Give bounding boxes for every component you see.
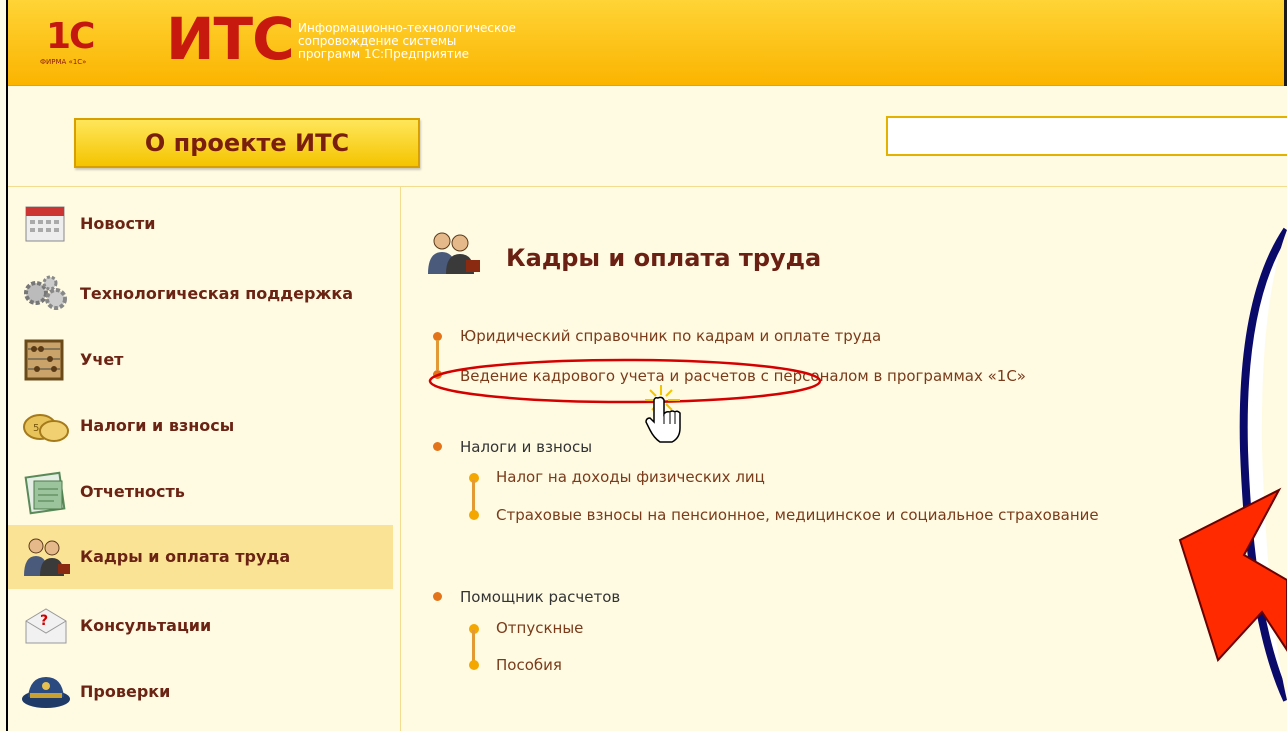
bullet-dot [433,370,442,379]
bullet-dot [433,592,442,601]
link-personnel-accounting[interactable]: Ведение кадрового учета и расчетов с пер… [460,367,1026,385]
people-icon [428,232,480,274]
page-title: Кадры и оплата труда [506,244,822,272]
sidebar-item-personnel[interactable]: Кадры и оплата труда [8,525,393,589]
svg-text:5: 5 [33,423,39,434]
link-legal-handbook[interactable]: Юридический справочник по кадрам и оплат… [460,327,881,345]
logo-1c-text: 1С [46,16,95,57]
gears-icon [24,275,67,310]
divider [400,186,401,731]
abacus-icon [24,339,64,381]
section-heading-calc-helper: Помощник расчетов [460,588,621,606]
link-benefits[interactable]: Пособия [496,656,562,674]
consult-envelope-icon: ? [25,608,67,644]
svg-text:?: ? [40,613,48,629]
sidebar-item-label: Отчетность [80,482,185,501]
sidebar-item-label: Кадры и оплата труда [80,547,291,566]
page-frame: 1С ФИРМА «1С» ИТС Информационно-технолог… [6,0,1287,731]
sidebar-item-label: Учет [80,350,124,369]
search-input[interactable] [886,116,1287,156]
section-heading-taxes: Налоги и взносы [460,438,593,456]
sidebar-item-tech-support[interactable]: Технологическая поддержка [8,262,393,326]
sidebar-item-label: Технологическая поддержка [80,284,354,303]
site-header: 1С ФИРМА «1С» ИТС Информационно-технолог… [8,0,1287,86]
bullet-dot [469,510,479,520]
sidebar-item-label: Проверки [80,682,171,701]
bullet-dot [433,442,442,451]
sidebar-item-taxes[interactable]: 5 Налоги и взносы [8,394,393,458]
link-income-tax[interactable]: Налог на доходы физических лиц [496,468,765,486]
sidebar-item-label: Новости [80,214,156,233]
connector-line [472,630,475,662]
sidebar-item-inspections[interactable]: Проверки [8,660,393,724]
logo-1c[interactable]: 1С ФИРМА «1С» [40,16,128,70]
logo-its[interactable]: ИТС [166,10,295,68]
bullet-dot [469,660,479,670]
main-content: Кадры и оплата труда Юридический справоч… [408,190,1268,730]
connector-line [472,480,475,514]
sidebar-item-accounting[interactable]: Учет [8,328,393,392]
calendar-icon [25,206,65,242]
link-vacation-pay[interactable]: Отпускные [496,619,583,637]
people-icon [24,538,70,576]
link-insurance-contributions[interactable]: Страховые взносы на пенсионное, медицинс… [496,506,1099,524]
coins-icon: 5 [23,414,69,442]
sidebar-item-label: Налоги и взносы [80,416,235,435]
report-folder-icon [24,471,66,515]
sidebar-item-label: Консультации [80,616,212,635]
logo-1c-firm: ФИРМА «1С» [40,58,87,66]
sidebar-item-news[interactable]: Новости [8,192,393,256]
tagline-line-3: программ 1С:Предприятие [298,47,470,61]
inspector-cap-icon [22,677,70,708]
sidebar-item-reports[interactable]: Отчетность [8,460,393,524]
about-project-button[interactable]: О проекте ИТС [74,118,420,168]
header-tagline: Информационно-технологическое сопровожде… [298,22,516,61]
sidebar-item-consultations[interactable]: ? Консультации [8,594,393,658]
divider [8,186,1287,187]
connector-line [436,340,439,370]
